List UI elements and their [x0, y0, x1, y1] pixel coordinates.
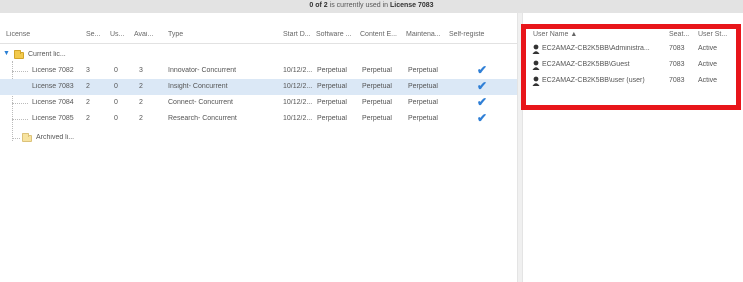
checkmark-icon: ✔	[477, 79, 488, 93]
license-software: Perpetual	[317, 83, 347, 90]
tree-node-label: Archived li...	[36, 134, 75, 141]
column-header-seats[interactable]: Se...	[86, 31, 106, 41]
license-row[interactable]: License 7084 2 0 2 Connect- Concurrent 1…	[0, 95, 517, 111]
license-start-date: 10/12/2...	[283, 83, 313, 90]
license-software: Perpetual	[317, 99, 347, 106]
status-text: 0 of 2 is currently used in License 7083	[0, 2, 743, 9]
column-header-software[interactable]: Software ...	[316, 31, 356, 41]
license-used: 0	[114, 83, 118, 90]
license-name: License 7084	[32, 99, 74, 106]
license-available: 2	[139, 115, 143, 122]
status-license: License 7083	[389, 2, 434, 9]
license-used: 0	[114, 99, 118, 106]
license-type: Research- Concurrent	[168, 115, 237, 122]
status-middle: is currently used in	[329, 2, 389, 9]
license-name: License 7085	[32, 115, 74, 122]
checkmark-icon: ✔	[477, 63, 488, 77]
license-content: Perpetual	[362, 99, 392, 106]
checkmark-icon: ✔	[477, 111, 488, 125]
tree-node-archived-licenses[interactable]: Archived li...	[0, 130, 517, 146]
status-count: 0 of 2	[309, 2, 328, 9]
column-header-used[interactable]: Us...	[110, 31, 130, 41]
tree-node-current-licenses[interactable]: ▼ Current lic...	[0, 47, 517, 63]
license-row[interactable]: License 7082 3 0 3 Innovator- Concurrent…	[0, 63, 517, 79]
license-maintenance: Perpetual	[408, 67, 438, 74]
license-used: 0	[114, 67, 118, 74]
license-type: Innovator- Concurrent	[168, 67, 237, 74]
license-software: Perpetual	[317, 115, 347, 122]
column-header-self-registered[interactable]: Self-registe	[449, 31, 515, 41]
column-header-maintenance[interactable]: Maintena...	[406, 31, 444, 41]
license-row-selected[interactable]: License 7083 2 0 2 Insight- Concurrent 1…	[0, 79, 517, 95]
license-seats: 2	[86, 115, 90, 122]
column-header-available[interactable]: Avai...	[134, 31, 162, 41]
license-start-date: 10/12/2...	[283, 99, 313, 106]
license-type: Insight- Concurrent	[168, 83, 228, 90]
column-header-start-date[interactable]: Start D...	[283, 31, 313, 41]
annotation-highlight-box	[521, 24, 741, 110]
folder-icon	[22, 133, 32, 142]
licenses-panel: License Se... Us... Avai... Type Start D…	[0, 13, 517, 282]
expand-arrow-icon[interactable]: ▼	[3, 50, 10, 57]
license-type: Connect- Concurrent	[168, 99, 233, 106]
tree-node-label: Current lic...	[28, 51, 66, 58]
license-seats: 2	[86, 83, 90, 90]
license-content: Perpetual	[362, 83, 392, 90]
column-header-license[interactable]: License	[6, 31, 76, 41]
status-bar: 0 of 2 is currently used in License 7083	[0, 0, 743, 13]
license-seats: 2	[86, 99, 90, 106]
license-maintenance: Perpetual	[408, 99, 438, 106]
license-software: Perpetual	[317, 67, 347, 74]
column-header-type[interactable]: Type	[168, 31, 268, 41]
license-available: 3	[139, 67, 143, 74]
license-available: 2	[139, 99, 143, 106]
license-available: 2	[139, 83, 143, 90]
license-used: 0	[114, 115, 118, 122]
license-name: License 7083	[32, 83, 74, 90]
license-row[interactable]: License 7085 2 0 2 Research- Concurrent …	[0, 111, 517, 127]
license-start-date: 10/12/2...	[283, 115, 313, 122]
folder-icon	[14, 50, 24, 59]
header-divider	[0, 43, 517, 44]
license-name: License 7082	[32, 67, 74, 74]
license-maintenance: Perpetual	[408, 83, 438, 90]
license-seats: 3	[86, 67, 90, 74]
license-maintenance: Perpetual	[408, 115, 438, 122]
checkmark-icon: ✔	[477, 95, 488, 109]
license-content: Perpetual	[362, 115, 392, 122]
license-content: Perpetual	[362, 67, 392, 74]
license-start-date: 10/12/2...	[283, 67, 313, 74]
column-header-content[interactable]: Content E...	[360, 31, 402, 41]
tree-connector	[12, 138, 20, 139]
